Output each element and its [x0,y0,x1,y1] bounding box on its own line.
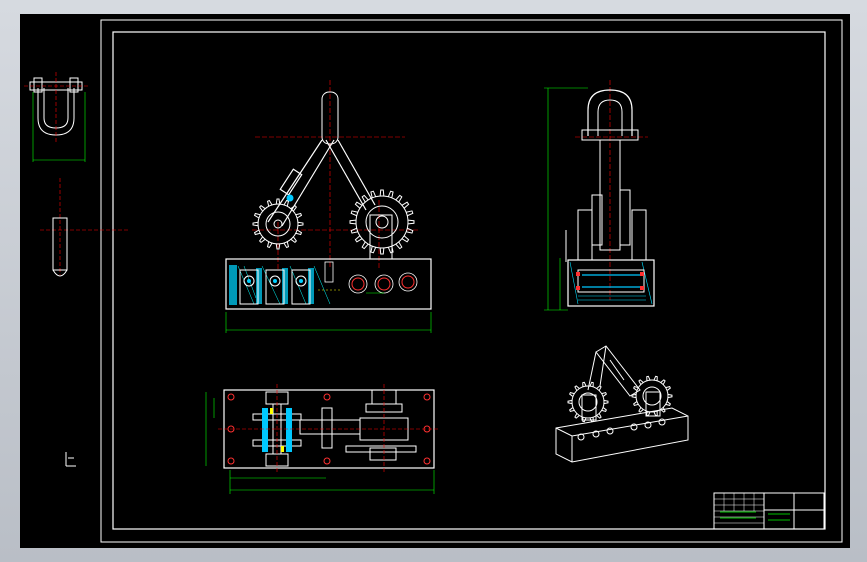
title-block [713,492,825,530]
outer-sheet-border [100,19,843,543]
side-view [544,80,655,311]
gear-tooth [407,219,415,225]
gear-tooth [258,236,266,244]
top-view [205,384,440,494]
ucs-icon [65,452,76,467]
gear-tooth [297,221,304,227]
gear-tooth [379,247,385,255]
cad-window [0,0,867,562]
front-view [225,80,432,333]
gear-tooth [631,393,637,399]
gear-tooth [667,393,673,399]
gear-tooth [275,198,281,205]
inner-sheet-border [112,31,826,530]
isometric-view [555,345,689,463]
gear-tooth [252,221,259,227]
drawing-canvas[interactable] [20,14,850,548]
gear-tooth [603,399,609,405]
gear-tooth [290,236,298,244]
gear-tooth [349,219,357,225]
shackle-dimensions [32,92,86,162]
drawing-svg [24,19,843,543]
gear-tooth [258,204,266,212]
gear-tooth [379,189,385,197]
gear-tooth [567,399,573,405]
